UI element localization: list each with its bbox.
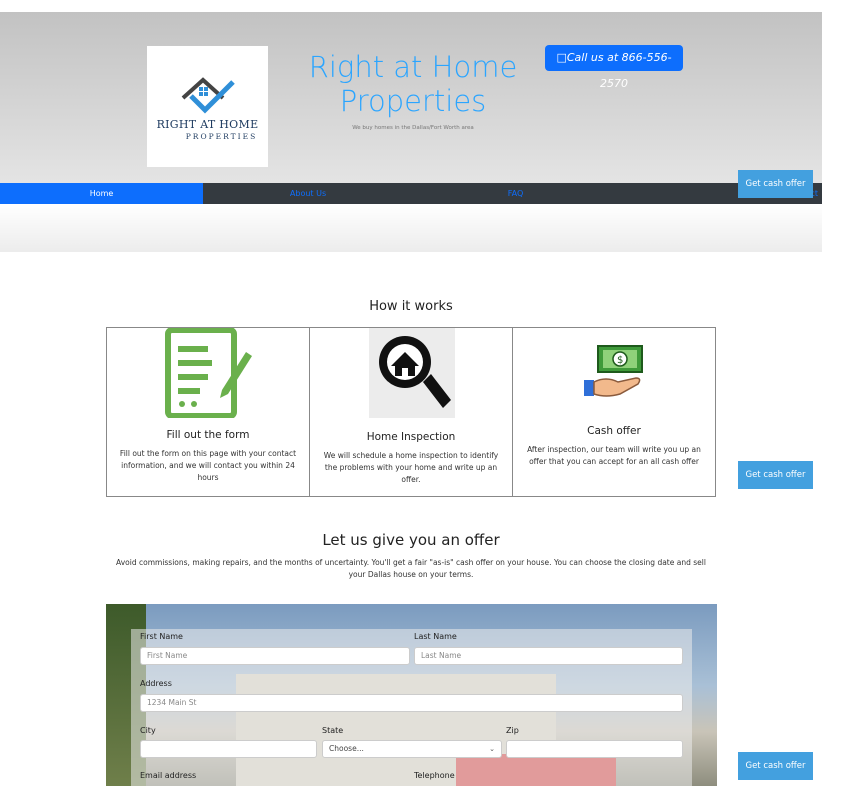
- step-title-form: Fill out the form: [166, 429, 250, 441]
- get-cash-offer-button-top[interactable]: Get cash offer: [738, 170, 813, 198]
- state-label: State: [322, 726, 344, 735]
- document-pen-icon: [165, 328, 252, 418]
- offer-form-section: First Name First Name Last Name Last Nam…: [106, 604, 717, 786]
- site-title: Right at Home Properties: [300, 50, 526, 118]
- nav-faq[interactable]: FAQ: [413, 183, 618, 204]
- zip-label: Zip: [506, 726, 519, 735]
- offer-heading: Let us give you an offer: [322, 531, 500, 549]
- main-nav: Home About Us FAQ Contact: [0, 183, 822, 204]
- get-cash-offer-button-middle[interactable]: Get cash offer: [738, 461, 813, 489]
- company-logo[interactable]: RIGHT AT HOME PROPERTIES: [147, 46, 268, 167]
- logo-text-main: RIGHT AT HOME: [156, 118, 259, 131]
- site-tagline: We buy homes in the Dallas/Fort Worth ar…: [352, 125, 474, 131]
- step-title-inspection: Home Inspection: [366, 431, 456, 443]
- phone-icon: □: [556, 51, 567, 64]
- step-title-offer: Cash offer: [587, 425, 641, 437]
- first-name-field[interactable]: First Name: [140, 647, 410, 665]
- email-label: Email address: [140, 771, 197, 780]
- nav-about-us[interactable]: About Us: [203, 183, 413, 204]
- state-select-value: Choose...: [329, 744, 364, 753]
- step-text-inspection: We will schedule a home inspection to id…: [323, 451, 499, 484]
- site-header: RIGHT AT HOME PROPERTIES Right at Home P…: [0, 12, 822, 183]
- first-name-label: First Name: [140, 632, 183, 641]
- site-title-line2: Properties: [339, 84, 487, 118]
- step-text-form: Fill out the form on this page with your…: [119, 449, 297, 482]
- last-name-label: Last Name: [414, 632, 457, 641]
- svg-text:$: $: [617, 355, 623, 366]
- magnifier-house-icon: [379, 336, 451, 408]
- hero-fade: [0, 204, 822, 252]
- chevron-down-icon: ⌄: [489, 745, 495, 753]
- how-it-works-heading: How it works: [369, 299, 453, 314]
- call-us-button[interactable]: □Call us at 866-556-2570: [545, 45, 683, 90]
- step-card-form: Fill out the form Fill out the form on t…: [106, 327, 310, 497]
- address-label: Address: [140, 679, 172, 688]
- zip-field[interactable]: [506, 740, 683, 758]
- step-card-offer: $ Cash offer After inspection, our team …: [512, 327, 716, 497]
- hand-cash-icon: $: [584, 345, 643, 397]
- house-logo-icon: [181, 77, 235, 114]
- step-text-offer: After inspection, our team will write yo…: [527, 445, 701, 466]
- get-cash-offer-button-bottom[interactable]: Get cash offer: [738, 752, 813, 780]
- nav-home[interactable]: Home: [0, 183, 203, 204]
- telephone-label: Telephone: [414, 771, 455, 780]
- site-title-line1: Right at Home: [308, 50, 518, 84]
- logo-text-sub: PROPERTIES: [185, 132, 258, 141]
- address-field[interactable]: 1234 Main St: [140, 694, 683, 712]
- city-field[interactable]: [140, 740, 317, 758]
- last-name-field[interactable]: Last Name: [414, 647, 683, 665]
- city-label: City: [140, 726, 156, 735]
- state-select[interactable]: Choose... ⌄: [322, 740, 502, 758]
- step-card-inspection: Home Inspection We will schedule a home …: [309, 327, 513, 497]
- offer-description: Avoid commissions, making repairs, and t…: [116, 558, 706, 579]
- offer-form: First Name First Name Last Name Last Nam…: [131, 629, 692, 786]
- call-us-label: Call us at 866-556-2570: [566, 51, 672, 90]
